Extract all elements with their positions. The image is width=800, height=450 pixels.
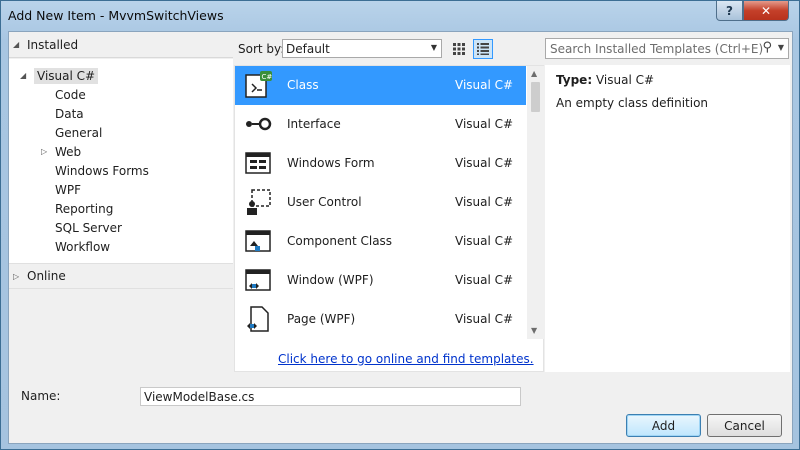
add-new-item-dialog: Add New Item - MvvmSwitchViews ? ✕ ◢ Ins… (0, 0, 800, 450)
add-button[interactable]: Add (626, 414, 701, 437)
template-details-panel: Type: Visual C# An empty class definitio… (545, 65, 790, 372)
tree-node-data[interactable]: Data (55, 104, 84, 123)
scroll-up-arrow-icon[interactable]: ▲ (531, 69, 537, 78)
sort-by-value: Default (286, 41, 330, 56)
search-dropdown-arrow-icon[interactable]: ▼ (778, 43, 784, 52)
template-row-class[interactable]: C# Class Visual C# (235, 66, 526, 105)
tree-node-label: Workflow (55, 239, 111, 254)
tree-node-label: General (55, 125, 103, 140)
tree-node-wpf[interactable]: WPF (55, 180, 81, 199)
template-language: Visual C# (455, 234, 514, 248)
template-language: Visual C# (455, 273, 514, 287)
template-row-component-class[interactable]: Component Class Visual C# (235, 222, 526, 261)
template-name: Page (WPF) (287, 312, 356, 326)
tree-panel-background (9, 290, 233, 372)
template-name: Class (287, 78, 319, 92)
expand-arrow-icon[interactable]: ▷ (13, 272, 27, 281)
template-name: Component Class (287, 234, 393, 248)
component-class-icon (245, 230, 271, 252)
tree-node-reporting[interactable]: Reporting (55, 199, 113, 218)
tree-node-label: Code (55, 87, 86, 102)
scroll-down-arrow-icon[interactable]: ▼ (531, 326, 537, 335)
template-language: Visual C# (455, 195, 514, 209)
template-row-window-wpf[interactable]: Window (WPF) Visual C# (235, 261, 526, 300)
name-label: Name: (21, 389, 61, 403)
svg-text:C#: C# (262, 73, 273, 81)
tree-node-visual-csharp[interactable]: ◢ Visual C# (20, 66, 99, 85)
template-language: Visual C# (455, 117, 514, 131)
close-button[interactable]: ✕ (743, 1, 789, 21)
help-button[interactable]: ? (716, 1, 743, 21)
expand-arrow-icon[interactable]: ▷ (41, 147, 55, 156)
sort-by-dropdown[interactable]: Default ▼ (282, 39, 442, 58)
template-row-page-wpf[interactable]: Page (WPF) Visual C# (235, 300, 526, 339)
template-type: Type: Visual C# (556, 73, 654, 87)
template-language: Visual C# (455, 312, 514, 326)
dialog-body: ◢ Installed ◢ Visual C# Code Data Genera… (8, 31, 793, 444)
online-templates-link[interactable]: Click here to go online and find templat… (278, 352, 534, 366)
template-description: An empty class definition (556, 96, 709, 110)
grid-view-icon (453, 43, 465, 55)
template-language: Visual C# (455, 156, 514, 170)
tree-node-label: SQL Server (55, 220, 122, 235)
tree-node-workflow[interactable]: Workflow (55, 237, 110, 256)
installed-label: Installed (27, 37, 79, 52)
wpf-page-icon (247, 306, 269, 332)
tree-node-web[interactable]: ▷ Web (41, 142, 81, 161)
collapse-arrow-icon[interactable]: ◢ (20, 71, 34, 80)
cancel-button[interactable]: Cancel (707, 414, 782, 437)
dropdown-arrow-icon: ▼ (430, 43, 437, 52)
template-category-tree: ◢ Visual C# Code Data General ▷ Web Wind… (9, 59, 233, 263)
template-row-interface[interactable]: Interface Visual C# (235, 105, 526, 144)
template-name: Windows Form (287, 156, 375, 170)
interface-icon (246, 117, 272, 131)
collapse-arrow-icon[interactable]: ◢ (13, 40, 27, 49)
template-list-scrollbar[interactable]: ▲ ▼ (527, 66, 544, 339)
search-placeholder: Search Installed Templates (Ctrl+E) (550, 41, 764, 56)
search-installed-templates-input[interactable]: Search Installed Templates (Ctrl+E) ⚲ ▼ (545, 38, 789, 59)
tree-node-label: Windows Forms (55, 163, 149, 178)
tree-node-online[interactable]: ▷ Online (9, 263, 233, 289)
tree-node-code[interactable]: Code (55, 85, 86, 104)
tree-node-label: Data (55, 106, 84, 121)
sort-toolbar: Sort by: Default ▼ (234, 32, 524, 65)
online-label: Online (27, 269, 66, 283)
template-row-windows-form[interactable]: Windows Form Visual C# (235, 144, 526, 183)
windows-form-icon (245, 152, 271, 174)
template-language: Visual C# (455, 78, 514, 92)
medium-icons-view-button[interactable] (449, 39, 469, 59)
window-title: Add New Item - MvvmSwitchViews (8, 8, 224, 23)
tree-node-general[interactable]: General (55, 123, 102, 142)
tree-node-label: Reporting (55, 201, 114, 216)
template-list: C# Class Visual C# Interface Visual C# W… (234, 65, 544, 372)
tree-node-installed[interactable]: ◢ Installed (9, 32, 233, 58)
title-bar[interactable]: Add New Item - MvvmSwitchViews ? ✕ (1, 1, 799, 31)
name-input[interactable] (140, 387, 521, 406)
class-icon: C# (245, 71, 273, 98)
list-view-icon (477, 43, 489, 55)
template-name: User Control (287, 195, 362, 209)
template-name: Interface (287, 117, 341, 131)
tree-node-sql-server[interactable]: SQL Server (55, 218, 122, 237)
type-label: Type: (556, 73, 593, 87)
template-row-user-control[interactable]: User Control Visual C# (235, 183, 526, 222)
tree-node-label: Visual C# (34, 67, 99, 84)
scroll-thumb[interactable] (531, 82, 540, 112)
type-value: Visual C# (595, 73, 655, 87)
search-icon[interactable]: ⚲ (762, 40, 772, 55)
template-name: Window (WPF) (287, 273, 374, 287)
user-control-icon (247, 189, 271, 215)
tree-node-label: WPF (55, 182, 82, 197)
tree-node-windows-forms[interactable]: Windows Forms (55, 161, 149, 180)
tree-node-label: Web (55, 144, 82, 159)
wpf-window-icon (245, 269, 271, 291)
details-view-button[interactable] (473, 39, 493, 59)
sort-by-label: Sort by: (238, 42, 285, 56)
